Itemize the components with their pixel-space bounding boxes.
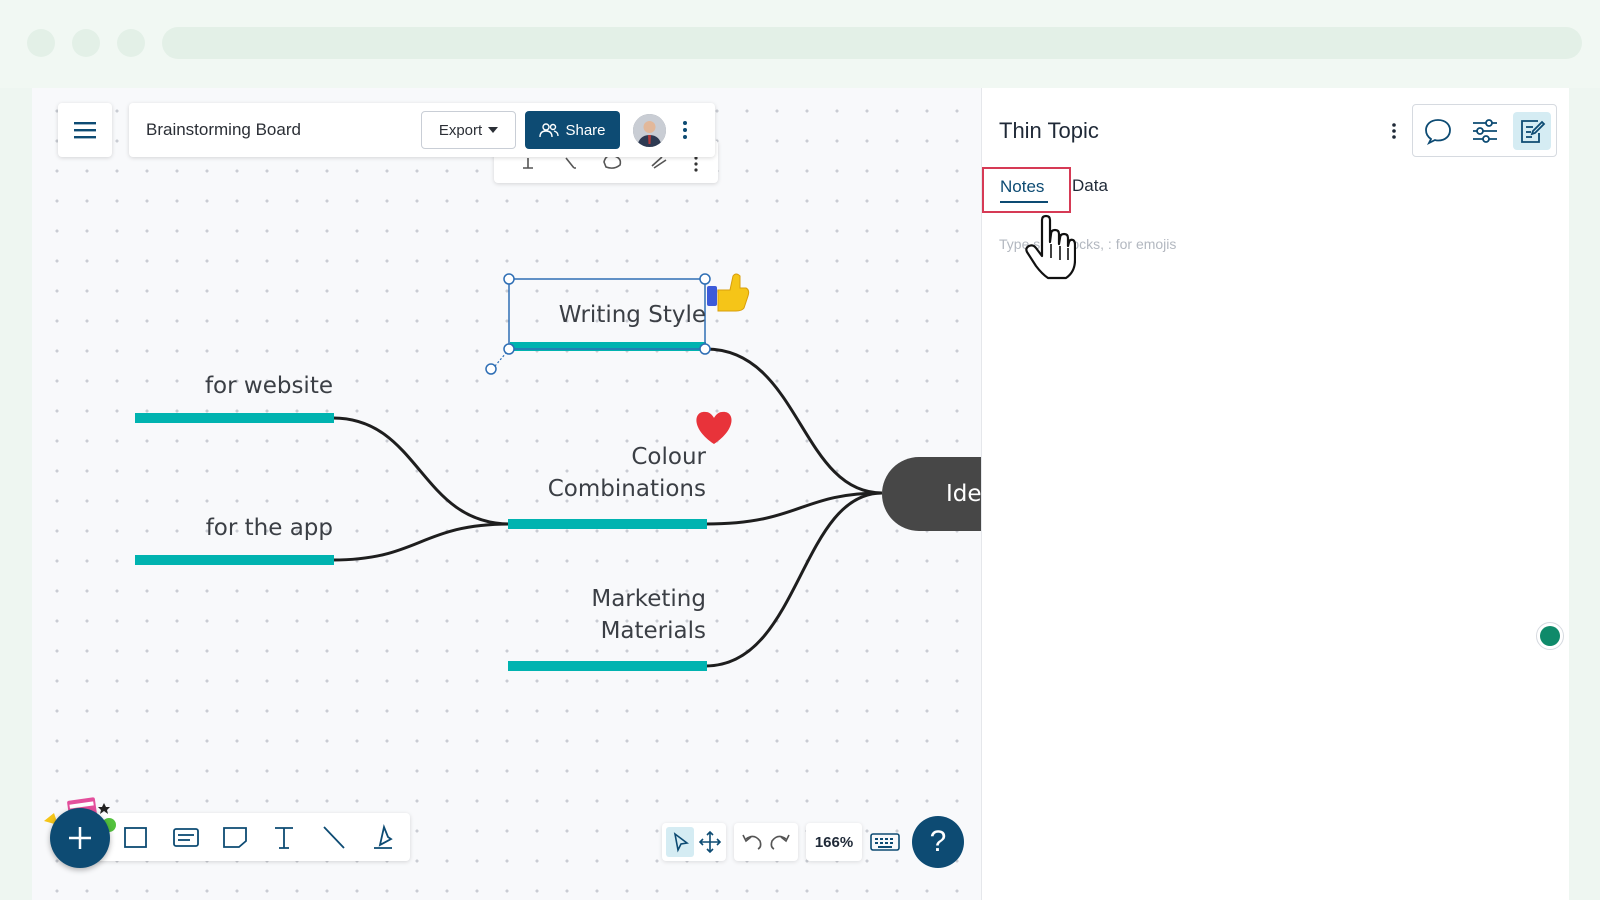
pan-move-icon[interactable] <box>698 830 722 854</box>
topic-marketing-materials[interactable]: Marketing Materials <box>500 583 706 647</box>
tab-notes-label: Notes <box>1000 177 1045 196</box>
comment-icon[interactable] <box>1419 112 1457 150</box>
avatar[interactable] <box>633 114 666 147</box>
panel-view-switcher <box>1412 104 1557 157</box>
topic-colour-combinations[interactable]: Colour Combinations <box>500 441 706 505</box>
history-tools <box>734 823 798 861</box>
help-button[interactable]: ? <box>912 816 964 868</box>
branch-bar-for-website[interactable] <box>135 413 334 423</box>
pointer-icon <box>673 832 689 853</box>
settings-sliders-icon[interactable] <box>1466 112 1504 150</box>
tab-data[interactable]: Data <box>1072 176 1108 196</box>
hand-pointer-icon <box>1025 214 1076 280</box>
resize-handle[interactable] <box>699 273 711 285</box>
export-label: Export <box>438 121 483 139</box>
connector-line <box>332 416 511 526</box>
connector-line <box>332 522 511 562</box>
subtopic-for-website[interactable]: for website <box>135 370 333 402</box>
share-label: Share <box>565 121 606 139</box>
connector-line <box>705 491 883 526</box>
topic-line: Marketing <box>591 586 706 612</box>
branch-bar-colour-combinations[interactable] <box>508 519 707 529</box>
pen-tool-icon[interactable] <box>374 823 393 849</box>
select-tool-button[interactable] <box>666 827 694 857</box>
resize-handle[interactable] <box>503 343 515 355</box>
board-header: Brainstorming Board Export Share <box>129 103 715 157</box>
panel-title: Thin Topic <box>999 118 1099 143</box>
add-button[interactable] <box>50 808 110 868</box>
undo-icon[interactable] <box>740 831 764 853</box>
resize-handle[interactable] <box>699 343 711 355</box>
active-tab-indicator <box>1000 201 1048 203</box>
users-icon <box>539 123 560 138</box>
subtopic-for-the-app[interactable]: for the app <box>135 512 333 544</box>
canvas-navigation: 166% <box>662 823 902 861</box>
topic-line: Materials <box>600 618 706 644</box>
share-button[interactable]: Share <box>525 111 620 149</box>
notes-edit-icon[interactable] <box>1513 112 1551 150</box>
keyboard-shortcuts-icon[interactable] <box>870 830 900 854</box>
sync-status-icon[interactable] <box>1536 622 1564 650</box>
branch-bar-for-the-app[interactable] <box>135 555 334 565</box>
connector-tool-icon[interactable] <box>565 157 576 169</box>
heart-icon <box>696 411 732 444</box>
resize-handle[interactable] <box>503 273 515 285</box>
connector-line <box>705 491 883 668</box>
hamburger-icon <box>74 122 96 139</box>
topic-line: Combinations <box>547 476 706 502</box>
text-tool-icon[interactable] <box>275 827 293 849</box>
shape-tool-tray <box>94 813 410 861</box>
rotate-handle[interactable] <box>485 363 497 375</box>
redo-icon[interactable] <box>768 831 792 853</box>
main-menu-button[interactable] <box>58 103 112 157</box>
topic-line: Colour <box>631 444 706 470</box>
tab-notes[interactable]: Notes <box>982 167 1071 213</box>
link-icon[interactable] <box>651 156 667 169</box>
caret-down-icon <box>488 127 499 133</box>
sticky-note-tool-icon[interactable] <box>223 827 247 848</box>
panel-more-icon[interactable] <box>1387 120 1401 142</box>
card-tool-icon[interactable] <box>173 828 199 847</box>
topic-writing-style[interactable]: Writing Style <box>510 299 706 331</box>
export-button[interactable]: Export <box>421 111 516 149</box>
central-topic-label: Ide <box>946 481 982 507</box>
topic-side-panel: Thin Topic Notes Data Type sert blocks, … <box>981 88 1569 900</box>
more-options-icon[interactable] <box>694 156 698 172</box>
rectangle-tool-icon[interactable] <box>124 827 147 848</box>
plus-icon <box>69 827 91 849</box>
board-title[interactable]: Brainstorming Board <box>146 120 301 140</box>
text-format-icon[interactable] <box>523 158 533 169</box>
line-tool-icon[interactable] <box>323 826 345 849</box>
thumbs-up-icon <box>707 273 750 312</box>
connector-line <box>705 347 883 495</box>
pointer-tools <box>662 823 726 861</box>
more-options-icon[interactable] <box>677 119 693 141</box>
zoom-level[interactable]: 166% <box>806 823 862 861</box>
branch-bar-marketing-materials[interactable] <box>508 661 707 671</box>
palette-icon[interactable] <box>603 154 622 169</box>
